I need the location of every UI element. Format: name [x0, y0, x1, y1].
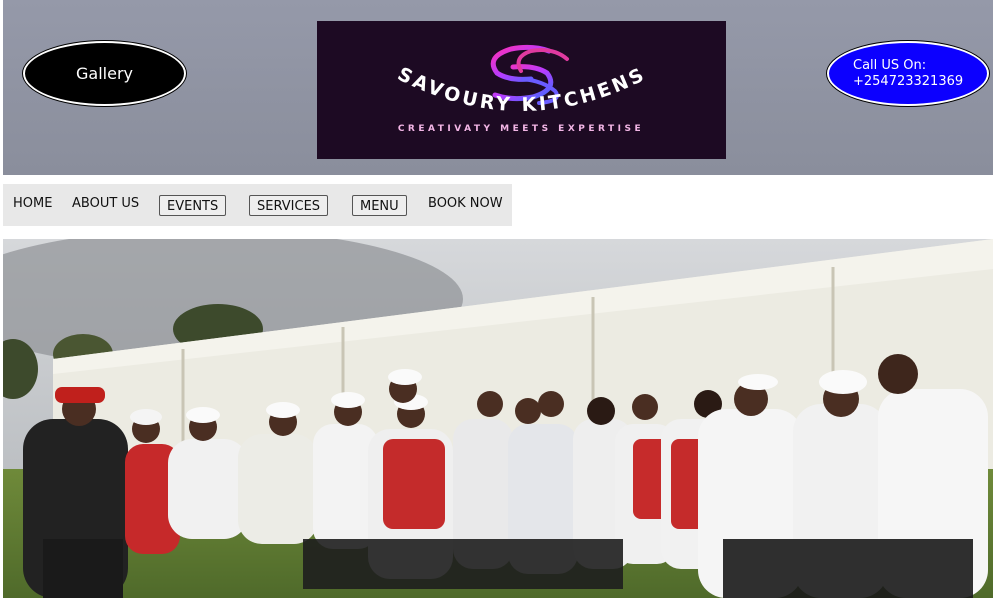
nav-book-now-link[interactable]: BOOK NOW — [428, 196, 503, 211]
hero-team-photo — [3, 239, 993, 598]
page: Gallery SAVOURY KITCHENS CREATIVATY MEET… — [3, 0, 993, 598]
gallery-button[interactable]: Gallery — [23, 41, 186, 106]
call-us-phone: +254723321369 — [853, 73, 964, 89]
nav-menu-button[interactable]: MENU — [352, 195, 407, 216]
team-photo-image — [3, 239, 993, 598]
nav-home-link[interactable]: HOME — [13, 196, 52, 211]
site-header: Gallery SAVOURY KITCHENS CREATIVATY MEET… — [3, 0, 993, 175]
nav-about-link[interactable]: ABOUT US — [72, 196, 139, 211]
call-us-button[interactable]: Call US On: +254723321369 — [827, 41, 989, 106]
logo-tagline: CREATIVATY MEETS EXPERTISE — [398, 124, 644, 134]
call-us-label: Call US On: — [853, 57, 927, 73]
site-logo[interactable]: SAVOURY KITCHENS CREATIVATY MEETS EXPERT… — [317, 21, 726, 159]
gallery-button-label: Gallery — [76, 64, 133, 83]
nav-events-button[interactable]: EVENTS — [159, 195, 227, 216]
main-nav: HOME ABOUT US EVENTS SERVICES MENU BOOK … — [3, 184, 512, 226]
logo-graphic: SAVOURY KITCHENS CREATIVATY MEETS EXPERT… — [394, 44, 647, 134]
nav-services-button[interactable]: SERVICES — [249, 195, 329, 216]
